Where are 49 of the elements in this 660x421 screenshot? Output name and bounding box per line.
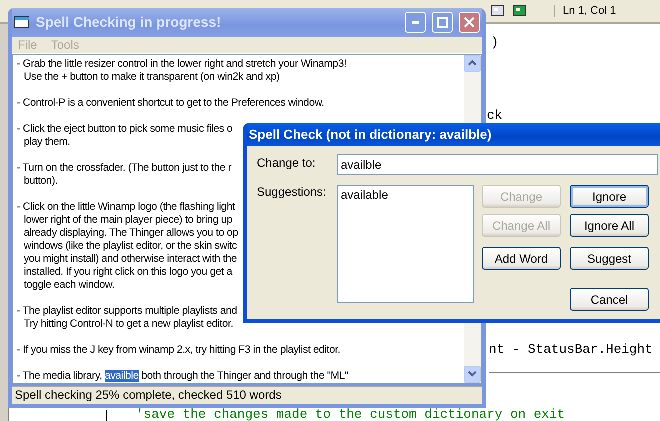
dialog-button[interactable]: Add Word	[482, 247, 561, 270]
suggestions-list[interactable]: available	[337, 185, 474, 303]
grid-icon[interactable]	[512, 3, 528, 19]
code-line: ck	[487, 110, 503, 122]
dialog-title: Spell Check (not in dictionary: availble)	[249, 127, 493, 142]
code-line: nt - StatusBar.Height	[489, 344, 653, 356]
text-line: already displaying. The Thinger allows you to op	[23, 226, 238, 240]
dialog-button[interactable]: Suggest	[570, 247, 649, 270]
window-title: Spell Checking in progress!	[36, 14, 222, 30]
close-button[interactable]	[459, 12, 480, 33]
window-icon	[14, 15, 30, 30]
suggestion-item[interactable]: available	[341, 188, 470, 202]
scroll-up-button[interactable]	[464, 54, 481, 72]
text-line: - The playlist editor supports multiple playlists and	[17, 304, 238, 318]
diagram-icon[interactable]	[490, 3, 506, 19]
text-line: - Click on the little Winamp logo (the flashing light	[17, 200, 236, 214]
close-icon	[464, 16, 475, 28]
caret-down-icon	[468, 371, 477, 378]
text-line: installed. If you right click on this logo you get a	[23, 266, 232, 279]
maximize-icon	[437, 16, 448, 28]
change-to-field[interactable]: availble	[337, 154, 658, 175]
text-line: Use the + button to make it transparent (on win2k and xp)	[23, 70, 280, 84]
change-to-label: Change to:	[257, 155, 317, 172]
scroll-down-button[interactable]	[464, 366, 481, 383]
dialog-button[interactable]: Ignore	[570, 185, 649, 208]
caret-up-icon	[468, 60, 477, 66]
minimize-icon	[412, 20, 419, 24]
code-line: )	[491, 37, 499, 49]
text-line: play them.	[23, 136, 70, 149]
cursor-position: Ln 1, Col 1	[554, 5, 616, 17]
text-line: - The media library, availble both through the Thinger and through the "ML"	[17, 370, 349, 383]
text-line: windows (like the playlist editor, or the skin switc	[23, 240, 238, 253]
text-line: Try hitting Control-N to get a new playlist editor.	[23, 318, 234, 331]
text-line: toggle each window.	[23, 278, 115, 292]
text-line: - Click the eject button to pick some music files o	[17, 122, 233, 136]
dialog-button[interactable]: Cancel	[570, 288, 649, 311]
text-line: lower right of the main player piece) to bring up	[23, 214, 233, 227]
text-line: - Turn on the crossfader. (The button just to the r	[17, 162, 232, 175]
text-line: - Control-P is a convenient shortcut to get to the Preferences window.	[17, 96, 324, 110]
code-comment: 'save the changes made to the custom dictionary on exit	[136, 409, 566, 421]
text-line: - If you miss the J key from winamp 2.x, try hitting F3 in the playlist editor.	[17, 344, 340, 357]
maximize-button[interactable]	[432, 12, 453, 33]
dialog-button[interactable]: Ignore All	[570, 214, 649, 237]
minimize-button[interactable]	[405, 12, 426, 33]
text-line: - Grab the little resizer control in the lower right and stretch your Winamp3!	[17, 58, 347, 71]
status-bar: Spell checking 25% complete, checked 510 words	[12, 386, 482, 404]
suggestions-label: Suggestions:	[257, 185, 328, 201]
text-line: button).	[23, 174, 58, 188]
text-line: you might install) and otherwise interact with the	[23, 252, 238, 266]
